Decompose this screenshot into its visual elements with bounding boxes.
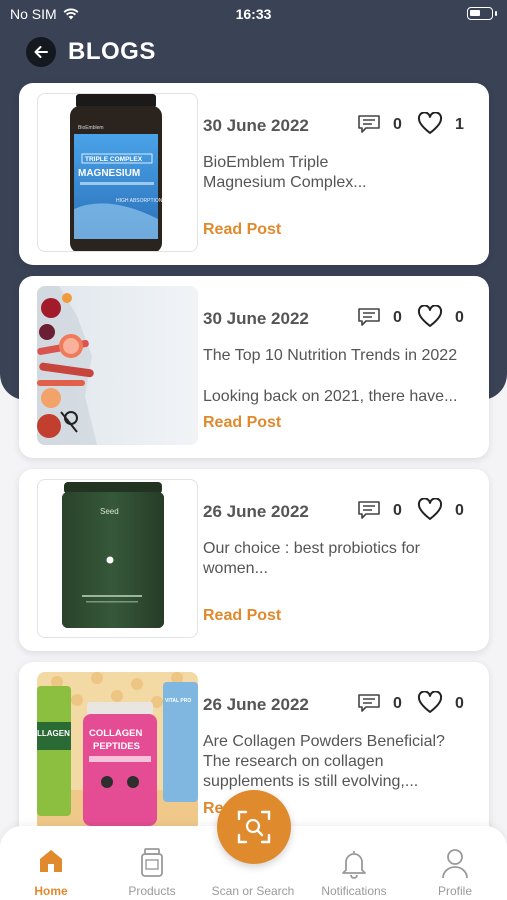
heart-icon[interactable] (417, 691, 443, 715)
post-title: Our choice : best probiotics for women..… (203, 540, 420, 577)
comment-icon[interactable] (357, 693, 381, 713)
post-thumbnail (37, 286, 198, 445)
arrow-left-icon (34, 46, 48, 58)
back-button[interactable] (26, 37, 56, 67)
scan-icon (237, 810, 271, 844)
like-count: 0 (455, 309, 464, 326)
svg-text:COLLAGEN: COLLAGEN (89, 728, 142, 739)
bell-icon (342, 851, 366, 879)
title-row: BLOGS (26, 37, 156, 67)
page-title: BLOGS (68, 38, 156, 65)
comment-count: 0 (393, 309, 402, 326)
post-title: Are Collagen Powders Beneficial? The res… (203, 733, 445, 790)
person-icon (442, 849, 468, 879)
tab-notifications[interactable]: Notifications (304, 826, 404, 900)
post-date: 30 June 2022 (203, 116, 309, 135)
post-date: 26 June 2022 (203, 502, 309, 521)
post-title: The Top 10 Nutrition Trends in 2022 (203, 347, 458, 364)
tab-label: Home (34, 884, 68, 898)
post-thumbnail: LLAGEN VITAL PRO COLLAGEN PEPTIDES (37, 672, 198, 831)
like-count: 0 (455, 695, 464, 712)
tab-products[interactable]: Products (102, 826, 202, 900)
scan-button[interactable] (217, 790, 291, 864)
svg-text:BioEmblem: BioEmblem (78, 125, 104, 131)
comment-icon[interactable] (357, 307, 381, 327)
heart-icon[interactable] (417, 305, 443, 329)
like-count: 0 (455, 502, 464, 519)
status-bar: No SIM 16:33 (0, 0, 507, 28)
tab-profile[interactable]: Profile (405, 826, 505, 900)
post-date: 26 June 2022 (203, 695, 309, 714)
heart-icon[interactable] (417, 498, 443, 522)
home-icon (40, 850, 62, 872)
svg-text:Seed: Seed (100, 507, 119, 516)
tab-label: Notifications (321, 884, 387, 898)
svg-text:VITAL PRO: VITAL PRO (165, 698, 191, 704)
tab-home[interactable]: Home (1, 826, 101, 900)
blog-card[interactable]: BioEmblem TRIPLE COMPLEX MAGNESIUM HIGH … (19, 83, 489, 265)
svg-text:TRIPLE COMPLEX: TRIPLE COMPLEX (85, 156, 143, 163)
comment-icon[interactable] (357, 500, 381, 520)
post-date: 30 June 2022 (203, 309, 309, 328)
heart-icon[interactable] (417, 112, 443, 136)
jar-icon (141, 848, 163, 877)
comment-icon[interactable] (357, 114, 381, 134)
svg-text:PEPTIDES: PEPTIDES (93, 741, 140, 752)
tab-label: Profile (437, 884, 472, 898)
read-post-link[interactable]: Read Post (203, 414, 281, 432)
svg-text:LLAGEN: LLAGEN (37, 729, 70, 738)
tab-label: Products (128, 884, 176, 898)
post-title: BioEmblem Triple Magnesium Complex... (203, 154, 367, 191)
comment-count: 0 (393, 116, 402, 133)
comment-count: 0 (393, 502, 402, 519)
blog-card[interactable]: 30 June 2022 0 0 The Top 10 Nutrition Tr… (19, 276, 489, 458)
post-thumbnail: Seed (37, 479, 198, 638)
read-post-link[interactable]: Read Post (203, 607, 281, 625)
tab-label: Scan or Search (211, 884, 295, 898)
comment-count: 0 (393, 695, 402, 712)
battery-icon (467, 7, 497, 20)
post-excerpt: Looking back on 2021, there have... (203, 388, 458, 405)
post-thumbnail: BioEmblem TRIPLE COMPLEX MAGNESIUM HIGH … (37, 93, 198, 252)
read-post-link[interactable]: Read Post (203, 221, 281, 239)
like-count: 1 (455, 116, 464, 133)
svg-text:HIGH ABSORPTION: HIGH ABSORPTION (116, 198, 163, 204)
blog-card[interactable]: Seed 26 June 2022 0 0 Our choice : best … (19, 469, 489, 651)
svg-text:MAGNESIUM: MAGNESIUM (78, 168, 140, 179)
clock: 16:33 (235, 6, 272, 22)
